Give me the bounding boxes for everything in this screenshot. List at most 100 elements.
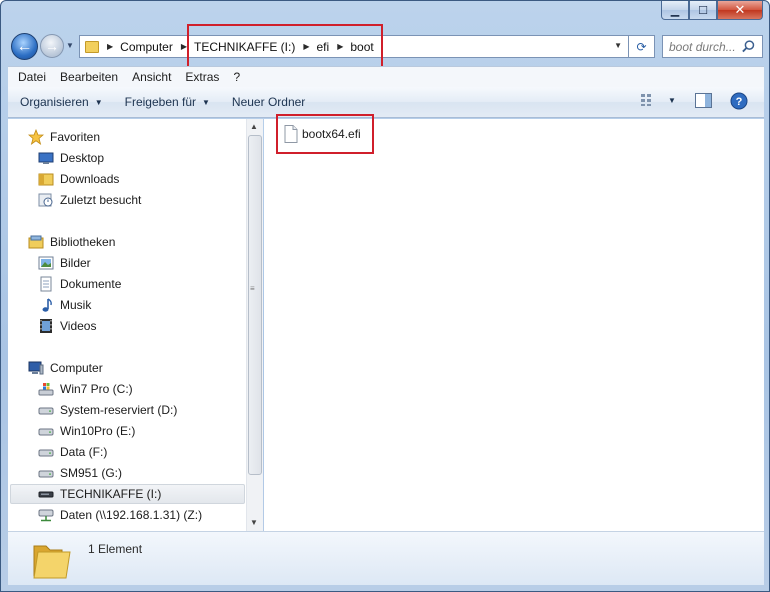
drive-icon <box>38 407 54 415</box>
menu-help[interactable]: ? <box>233 70 240 84</box>
new-folder-button[interactable]: Neuer Ordner <box>232 95 305 109</box>
tree-item-videos[interactable]: Videos <box>38 316 96 336</box>
forward-button[interactable]: → <box>40 34 64 58</box>
scroll-up-icon[interactable]: ▲ <box>250 122 258 131</box>
navigation-scrollbar[interactable]: ▲ ≡ ▼ <box>246 119 263 531</box>
pictures-icon <box>38 256 54 270</box>
arrow-left-icon: ← <box>16 37 33 55</box>
documents-icon <box>40 276 52 292</box>
help-button[interactable]: ? <box>730 92 748 110</box>
tree-drive-f[interactable]: Data (F:) <box>38 442 107 462</box>
menu-bearbeiten[interactable]: Bearbeiten <box>60 70 118 84</box>
scroll-thumb[interactable] <box>248 135 262 475</box>
tree-item-pictures[interactable]: Bilder <box>38 253 91 273</box>
chevron-down-icon: ▼ <box>66 41 74 50</box>
tree-item-label: Zuletzt besucht <box>60 193 142 207</box>
file-highlight <box>276 114 374 154</box>
libraries-icon <box>28 235 44 249</box>
tree-drive-e[interactable]: Win10Pro (E:) <box>38 421 135 441</box>
chevron-down-icon: ▼ <box>202 97 210 107</box>
tree-drive-g[interactable]: SM951 (G:) <box>38 463 122 483</box>
tree-item-label: Data (F:) <box>60 445 108 459</box>
tree-item-label: Daten (\\192.168.1.31) (Z:) <box>60 508 203 522</box>
navigation-bar: ← → ▼ ▶ Computer ▶ TECHNIKAFFE (I:) ▶ ef… <box>1 29 769 65</box>
share-label: Freigeben für <box>124 95 196 109</box>
star-icon <box>28 129 44 145</box>
recent-places-icon <box>38 193 53 207</box>
tree-item-label: Musik <box>60 298 92 312</box>
tree-item-label: Bilder <box>60 256 91 270</box>
drive-icon <box>38 449 54 457</box>
tree-computer[interactable]: Computer <box>28 358 103 378</box>
tree-drive-z[interactable]: Daten (\\192.168.1.31) (Z:) <box>38 505 202 525</box>
breadcrumb-computer[interactable]: Computer <box>120 40 173 54</box>
refresh-icon: ⟳ <box>636 39 647 54</box>
chevron-down-icon: ▼ <box>94 97 103 107</box>
share-button[interactable]: Freigeben für ▼ <box>125 95 210 109</box>
details-pane: 1 Element <box>8 531 764 585</box>
new-folder-label: Neuer Ordner <box>231 95 306 109</box>
address-history-dropdown[interactable]: ▼ <box>614 41 622 50</box>
menu-ansicht[interactable]: Ansicht <box>132 70 171 84</box>
videos-icon <box>40 319 52 333</box>
chevron-down-icon: ▼ <box>668 95 676 105</box>
minimize-button[interactable]: ▁ <box>661 1 689 20</box>
tree-item-label: Dokumente <box>60 277 122 291</box>
search-icon[interactable] <box>741 39 756 54</box>
command-bar: Organisieren ▼ Freigeben für ▼ Neuer Ordne… <box>8 87 764 118</box>
removable-drive-icon <box>38 491 54 498</box>
preview-pane-button[interactable] <box>695 93 712 108</box>
breadcrumb-arrow-icon[interactable]: ▶ <box>107 42 113 51</box>
close-icon: ✕ <box>734 2 746 17</box>
tree-drive-c[interactable]: Win7 Pro (C:) <box>38 379 133 399</box>
svg-text:?: ? <box>736 96 743 108</box>
maximize-button[interactable]: ☐ <box>689 1 717 20</box>
item-count: 1 Element <box>88 542 143 556</box>
organize-button[interactable]: Organisieren ▼ <box>20 95 103 109</box>
tree-item-desktop[interactable]: Desktop <box>38 148 104 168</box>
tree-item-downloads[interactable]: Downloads <box>38 169 119 189</box>
tree-item-recent[interactable]: Zuletzt besucht <box>38 190 141 210</box>
tree-item-label: TECHNIKAFFE (I:) <box>60 487 162 501</box>
back-button[interactable]: ← <box>11 33 38 60</box>
tree-favorites-label: Favoriten <box>50 130 101 144</box>
tree-item-label: Downloads <box>60 172 120 186</box>
arrow-right-icon: → <box>45 38 59 54</box>
search-placeholder: boot durch... <box>669 39 736 54</box>
file-list[interactable]: bootx64.efi <box>264 119 764 531</box>
tree-item-label: Win7 Pro (C:) <box>60 382 133 396</box>
view-grid-icon <box>641 94 651 106</box>
tree-item-label: System-reserviert (D:) <box>60 403 178 417</box>
menu-datei[interactable]: Datei <box>18 70 46 84</box>
computer-icon <box>28 361 44 375</box>
preview-pane-icon <box>695 93 712 108</box>
drive-icon <box>38 470 54 478</box>
refresh-button[interactable]: ⟳ <box>629 35 655 58</box>
recent-pages-button[interactable]: ▼ <box>66 41 74 50</box>
view-options-button[interactable]: ▼ <box>640 93 676 107</box>
tree-item-label: Win10Pro (E:) <box>60 424 136 438</box>
tree-favorites[interactable]: Favoriten <box>28 127 100 147</box>
tree-drive-d[interactable]: System-reserviert (D:) <box>38 400 177 420</box>
desktop-icon <box>38 152 54 164</box>
menu-extras[interactable]: Extras <box>185 70 219 84</box>
downloads-folder-icon <box>38 173 54 186</box>
help-icon: ? <box>730 92 748 110</box>
tree-item-music[interactable]: Musik <box>38 295 91 315</box>
folder-icon <box>85 40 99 53</box>
drive-icon <box>38 428 54 436</box>
tree-item-documents[interactable]: Dokumente <box>38 274 121 294</box>
caption-buttons: ▁ ☐ ✕ <box>661 1 763 20</box>
close-button[interactable]: ✕ <box>717 1 763 20</box>
tree-item-label: Videos <box>60 319 97 333</box>
breadcrumb-highlight <box>187 24 383 68</box>
tree-libraries-label: Bibliotheken <box>50 235 116 249</box>
scroll-down-icon[interactable]: ▼ <box>250 518 258 527</box>
tree-computer-label: Computer <box>50 361 103 375</box>
tree-item-label: SM951 (G:) <box>60 466 123 480</box>
minimize-icon: ▁ <box>670 4 680 17</box>
windows-drive-icon <box>38 383 54 396</box>
search-input[interactable]: boot durch... <box>662 35 763 58</box>
tree-drive-i[interactable]: TECHNIKAFFE (I:) <box>10 484 245 504</box>
tree-libraries[interactable]: Bibliotheken <box>28 232 115 252</box>
